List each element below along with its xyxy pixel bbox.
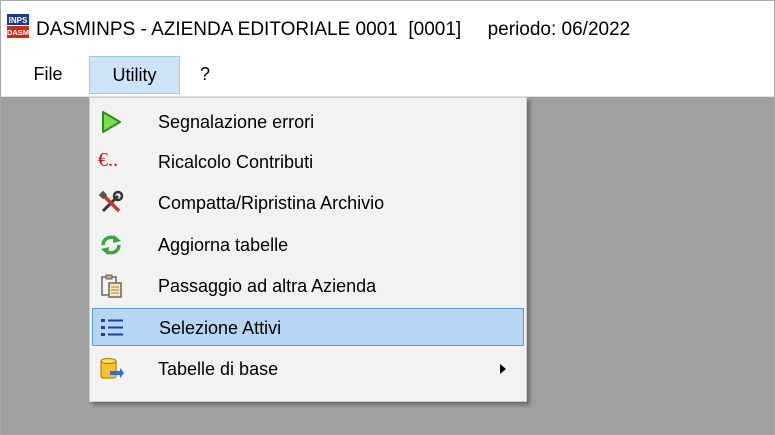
menu-item-tabelle-di-base[interactable]: Tabelle di base (92, 350, 524, 388)
menu-item-label: Aggiorna tabelle (158, 235, 289, 255)
menu-bar: File Utility ? (1, 56, 774, 97)
menu-item-compatta-ripristina[interactable]: Compatta/Ripristina Archivio (92, 184, 524, 222)
paste-icon (101, 274, 122, 298)
refresh-icon (101, 235, 121, 255)
app-logo-icon: INPS DASM (7, 14, 29, 38)
menu-item-label: Segnalazione errori (158, 112, 315, 132)
play-arrow-icon (102, 111, 121, 133)
menu-item-label: Passaggio ad altra Azienda (158, 276, 377, 296)
app-logo-top-text: INPS (9, 16, 28, 25)
menu-item-segnalazione-errori[interactable]: Segnalazione errori (92, 103, 524, 141)
submenu-arrow-icon (500, 364, 506, 374)
menu-item-selezione-attivi[interactable]: Selezione Attivi (92, 308, 524, 346)
window-title: DASMINPS - AZIENDA EDITORIALE 0001 [0001… (36, 19, 631, 40)
menu-item-aggiorna-tabelle[interactable]: Aggiorna tabelle (92, 226, 524, 264)
tools-icon (98, 190, 124, 213)
menu-item-label: Compatta/Ripristina Archivio (158, 193, 385, 213)
menu-item-label: Tabelle di base (158, 359, 279, 379)
utility-dropdown-menu: Segnalazione errori €.. Ricalcolo Contri… (89, 97, 527, 402)
menu-file[interactable]: File (27, 56, 69, 94)
menu-item-label: Ricalcolo Contributi (158, 152, 314, 172)
list-icon (101, 319, 123, 336)
menu-item-label: Selezione Attivi (159, 318, 282, 338)
menu-help[interactable]: ? (191, 56, 219, 94)
menu-item-passaggio-azienda[interactable]: Passaggio ad altra Azienda (92, 267, 524, 305)
title-bar[interactable]: INPS DASM DASMINPS - AZIENDA EDITORIALE … (1, 1, 774, 55)
app-window: INPS DASM DASMINPS - AZIENDA EDITORIALE … (0, 0, 775, 435)
euro-icon: €.. (98, 149, 118, 171)
menu-item-ricalcolo-contributi[interactable]: €.. Ricalcolo Contributi (92, 143, 524, 181)
database-icon (100, 357, 124, 379)
menu-utility[interactable]: Utility (89, 56, 180, 94)
app-logo-bottom-text: DASM (7, 28, 29, 37)
